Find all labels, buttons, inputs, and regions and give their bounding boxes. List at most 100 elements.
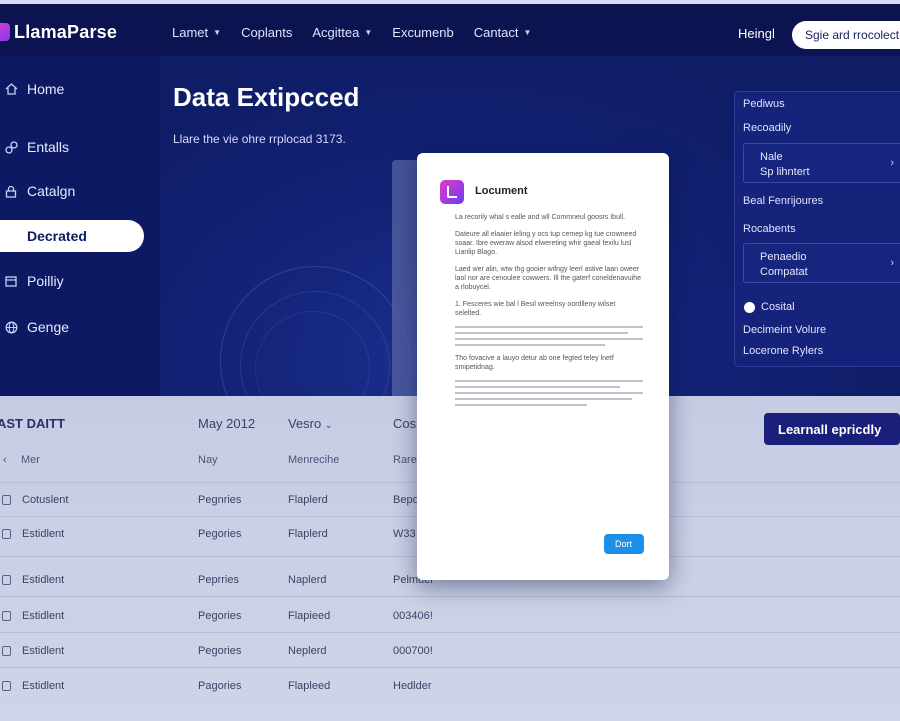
cell: Neplerd (288, 645, 327, 657)
panel-label[interactable]: Beal Fenrijoures (743, 195, 823, 207)
divider (0, 667, 900, 668)
calendar-icon (4, 274, 18, 288)
chevron-down-icon: ▼ (364, 27, 373, 37)
cell: Pegories (198, 610, 242, 622)
nav-item-acgittea[interactable]: Acgittea ▼ (312, 25, 372, 40)
document-icon (2, 681, 11, 691)
document-paragraph: Laed wer alin, wtw thg gooier wifngy lee… (455, 266, 642, 291)
cell: Naplerd (288, 574, 327, 586)
card-subtitle: Sp lihntert (760, 166, 810, 178)
nav-item-label: Coplants (241, 24, 293, 40)
nav-item-label: Cantact (473, 24, 519, 40)
cell: Flaplerd (288, 494, 328, 506)
cell: Pegnries (198, 494, 242, 506)
sidebar-item-poilliy[interactable]: Poilliy (0, 273, 64, 289)
column-header-label: Vesro (288, 416, 322, 431)
document-icon (2, 495, 11, 505)
subheader: Mer (21, 454, 40, 466)
table-title: AST DAITT (0, 416, 65, 431)
sidebar-item-label: Poilliy (27, 273, 64, 289)
panel-link[interactable]: Locerone Rylers (743, 345, 823, 357)
back-icon[interactable]: ‹ (3, 454, 7, 466)
done-button[interactable]: Dort (604, 534, 644, 554)
text-line (455, 380, 643, 382)
cell-name: Cotuslent (22, 494, 69, 506)
sidebar-item-label: Home (27, 81, 65, 97)
cell: Pagories (198, 680, 242, 692)
document-icon (2, 529, 11, 539)
sidebar-item-genge[interactable]: Genge (0, 319, 69, 335)
cell: Flapieed (288, 610, 331, 622)
cell-name: Estidlent (22, 680, 65, 692)
sidebar-item-decrated[interactable]: Decrated (0, 220, 144, 252)
nav-item-coplants[interactable]: Coplants (241, 25, 292, 40)
lock-icon (4, 184, 18, 198)
panel-option[interactable]: Cosital (761, 301, 795, 313)
sidebar-item-entalls[interactable]: Entalls (0, 139, 69, 155)
panel-label: Rocabents (743, 223, 796, 235)
sidebar-item-label: Genge (27, 319, 70, 335)
right-panel: Pediwus Recoadily Nale Sp lihntert › Bea… (734, 91, 900, 367)
document-icon (2, 646, 11, 656)
cell: Flapleed (288, 680, 331, 692)
document-list-item: 1. Fesceres wie bal l Besil wreelnsy oor… (455, 301, 616, 317)
sidebar-item-label: Catalgn (27, 183, 76, 199)
column-header[interactable]: May 2012 (198, 416, 255, 431)
document-icon (2, 575, 11, 585)
card-title: Nale (760, 151, 783, 163)
panel-card-nale[interactable]: Nale Sp lihntert › (743, 143, 900, 183)
cell-name: Estidlent (22, 528, 65, 540)
text-line (455, 326, 643, 328)
nav-item-excumenb[interactable]: Excumenb (392, 25, 453, 40)
document-paragraph: La recorily whal s ealle and wll Commneu… (455, 214, 626, 221)
column-header-dropdown[interactable]: Vesro ⌄ (288, 416, 332, 431)
divider (0, 632, 900, 633)
logo-text: LlamaParse (14, 21, 118, 42)
text-line (455, 338, 643, 340)
document-icon (2, 611, 11, 621)
nav-item-cantact[interactable]: Cantact ▼ (474, 25, 532, 40)
page-subtitle: Llare the vie ohre rrplocad 3173. (173, 132, 346, 146)
cell: Hedlder (393, 680, 432, 692)
nav-item-label: Excumenb (392, 24, 454, 40)
link-icon (4, 140, 18, 154)
home-icon (4, 82, 18, 96)
panel-card-penaedio[interactable]: Penaedio Compatat › (743, 243, 900, 283)
cell: Flaplerd (288, 528, 328, 540)
chevron-right-icon: › (890, 257, 894, 269)
learn-button[interactable]: Learnall epricdly (764, 413, 900, 445)
logo[interactable]: LlamaParse (0, 22, 172, 43)
panel-heading: Pediwus (743, 98, 785, 110)
cell: 003406! (393, 610, 433, 622)
modal-title: Locument (475, 185, 528, 197)
cell: W33 (393, 528, 416, 540)
greeting: Heingl (738, 26, 775, 41)
logo-icon (0, 23, 10, 41)
cell-name: Estidlent (22, 645, 65, 657)
globe-icon (4, 320, 18, 334)
card-subtitle: Compatat (760, 266, 808, 278)
card-title: Penaedio (760, 251, 807, 263)
panel-link[interactable]: Decimeint Volure (743, 324, 826, 336)
main-nav: Lamet ▼ Coplants Acgittea ▼ Excumenb Canta… (172, 25, 551, 40)
radio-icon[interactable] (744, 302, 755, 313)
chevron-down-icon: ▼ (213, 27, 222, 37)
subheader: Menrecihe (288, 454, 340, 466)
document-preview: La recorily whal s ealle and wll Commneu… (455, 213, 643, 513)
sidebar-item-catalgn[interactable]: Catalgn (0, 183, 75, 199)
top-navbar: LlamaParse Lamet ▼ Coplants Acgittea ▼ Exc… (0, 0, 900, 60)
subheader: Nay (198, 454, 218, 466)
chevron-right-icon: › (890, 157, 894, 169)
chevron-down-icon: ▼ (523, 27, 532, 37)
divider (0, 596, 900, 597)
sidebar-item-home[interactable]: Home (0, 81, 64, 97)
nav-item-lamet[interactable]: Lamet ▼ (172, 25, 221, 40)
document-paragraph: Tho fovacive a lauyo detur ab one fegted… (455, 355, 614, 371)
text-line (455, 392, 643, 394)
text-line (455, 344, 606, 346)
column-header[interactable]: Cos (393, 416, 416, 431)
cell-name: Estidlent (22, 574, 65, 586)
cell: 000700! (393, 645, 433, 657)
document-app-icon (440, 180, 464, 204)
signup-button[interactable]: Sgie ard rrocolect (792, 21, 900, 49)
